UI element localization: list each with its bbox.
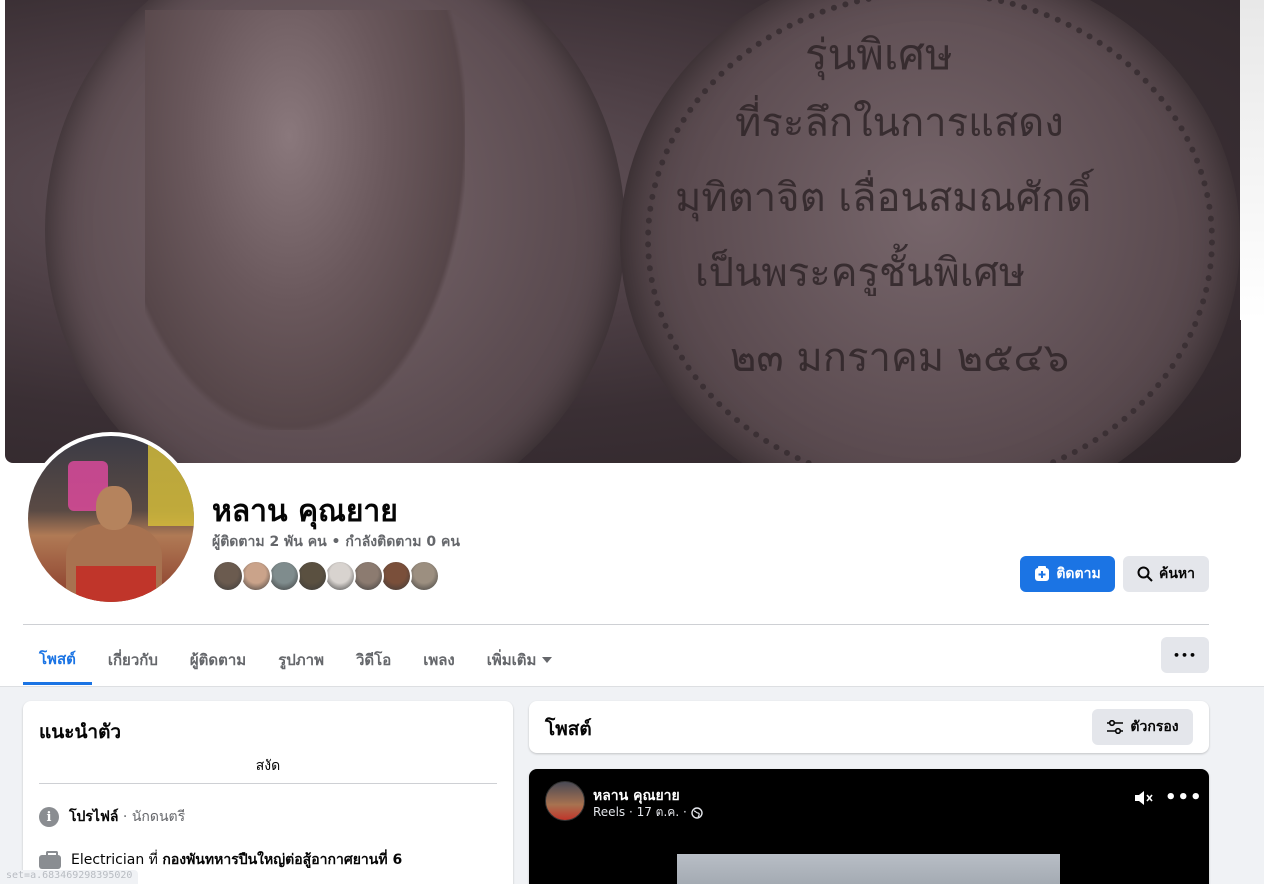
intro-bio: สงัด (255, 758, 281, 774)
follower-avatar[interactable] (268, 560, 300, 592)
intro-card: แนะนำตัว สงัด i โปรไฟล์ · นักดนตรี Elect… (23, 701, 513, 884)
profile-avatar[interactable] (24, 432, 198, 606)
work-place-link[interactable]: กองพันทหารปืนใหญ่ต่อสู้อากาศยานที่ 6 (162, 852, 402, 868)
cover-inscription-line: ที่ระลึกในการแสดง (735, 100, 1064, 146)
profile-follower-stats[interactable]: ผู้ติดตาม 2 พัน คน • กำลังติดตาม 0 คน (212, 531, 460, 553)
profile-category[interactable]: นักดนตรี (132, 809, 185, 825)
tab-label: เพลง (423, 651, 455, 669)
intro-divider (39, 783, 497, 784)
follow-label: ติดตาม (1056, 566, 1101, 582)
tab-about[interactable]: เกี่ยวกับ (92, 636, 174, 684)
profile-type-label: โปรไฟล์ (69, 809, 119, 825)
page-scrollbar[interactable] (1240, 0, 1264, 320)
tab-label: รูปภาพ (278, 651, 324, 669)
monk-portrait-image (145, 10, 465, 430)
tab-followers[interactable]: ผู้ติดตาม (174, 636, 262, 684)
intro-title: แนะนำตัว (39, 721, 122, 743)
intro-work-row: Electrician ที่ กองพันทหารปืนใหญ่ต่อสู้อ… (39, 849, 402, 871)
reel-post[interactable]: หลาน คุณยาย Reels · 17 ต.ค. · ••• (529, 769, 1209, 884)
profile-name: หลาน คุณยาย (212, 494, 398, 529)
filter-label: ตัวกรอง (1130, 719, 1179, 735)
follower-avatar[interactable] (408, 560, 440, 592)
tab-label: เกี่ยวกับ (107, 651, 158, 669)
globe-icon (691, 806, 703, 819)
header-divider (23, 624, 1209, 625)
more-dots-icon: ••• (1172, 648, 1198, 662)
tab-label: วิดีโอ (355, 651, 392, 669)
post-options-button[interactable]: ••• (1165, 787, 1203, 808)
search-icon (1137, 566, 1153, 582)
cover-inscription-line: เป็นพระครูชั้นพิเศษ (695, 250, 1026, 296)
posts-header-card: โพสต์ ตัวกรอง (529, 701, 1209, 753)
work-prefix: Electrician ที่ (71, 852, 163, 868)
follower-avatar[interactable] (240, 560, 272, 592)
search-button[interactable]: ค้นหา (1123, 556, 1209, 592)
intro-profile-row: i โปรไฟล์ · นักดนตรี (39, 806, 185, 828)
follower-avatar[interactable] (352, 560, 384, 592)
speaker-muted-icon[interactable] (1133, 789, 1155, 811)
avatar-photo (28, 436, 194, 602)
avatar-head (96, 486, 132, 530)
filter-button[interactable]: ตัวกรอง (1092, 709, 1193, 745)
follower-avatar[interactable] (296, 560, 328, 592)
tab-photos[interactable]: รูปภาพ (262, 636, 340, 684)
tab-videos[interactable]: วิดีโอ (340, 636, 407, 684)
status-bar-url: set=a.683469298395020 (0, 870, 139, 884)
posts-title: โพสต์ (545, 718, 592, 740)
follower-avatar[interactable] (212, 560, 244, 592)
tab-label: โพสต์ (39, 650, 76, 668)
info-icon: i (39, 807, 59, 827)
post-author-avatar[interactable] (545, 781, 585, 821)
cover-inscription-line: มุทิตาจิต เลื่อนสมณศักดิ์ (675, 175, 1092, 221)
sliders-icon (1107, 720, 1124, 734)
tab-label: ผู้ติดตาม (189, 651, 247, 669)
avatar-pants (76, 566, 156, 602)
tab-music[interactable]: เพลง (407, 636, 471, 684)
follower-avatar[interactable] (324, 560, 356, 592)
briefcase-icon (39, 851, 61, 869)
follower-avatars[interactable] (212, 560, 440, 592)
caret-down-icon (542, 657, 553, 663)
post-meta-text[interactable]: Reels · 17 ต.ค. · (593, 803, 687, 822)
plus-square-icon (1035, 566, 1050, 581)
profile-tabs: โพสต์ เกี่ยวกับ ผู้ติดตาม รูปภาพ วิดีโอ … (23, 636, 568, 686)
post-meta: Reels · 17 ต.ค. · (593, 803, 703, 822)
tab-posts[interactable]: โพสต์ (23, 636, 92, 685)
tab-more[interactable]: เพิ่มเติม (471, 636, 569, 684)
reel-video-preview[interactable] (677, 854, 1060, 884)
follow-button[interactable]: ติดตาม (1020, 556, 1115, 592)
profile-sep: · (118, 809, 132, 825)
cover-inscription-line: ๒๓ มกราคม ๒๕๔๖ (730, 335, 1070, 381)
search-label: ค้นหา (1158, 566, 1196, 582)
cover-photo[interactable]: รุ่นพิเศษ ที่ระลึกในการแสดง มุทิตาจิต เล… (5, 0, 1241, 463)
tab-label: เพิ่มเติม (486, 651, 537, 669)
more-options-button[interactable]: ••• (1161, 637, 1209, 673)
avatar-bg-yellow (148, 436, 194, 526)
follower-avatar[interactable] (380, 560, 412, 592)
cover-inscription-line: รุ่นพิเศษ (805, 30, 953, 79)
